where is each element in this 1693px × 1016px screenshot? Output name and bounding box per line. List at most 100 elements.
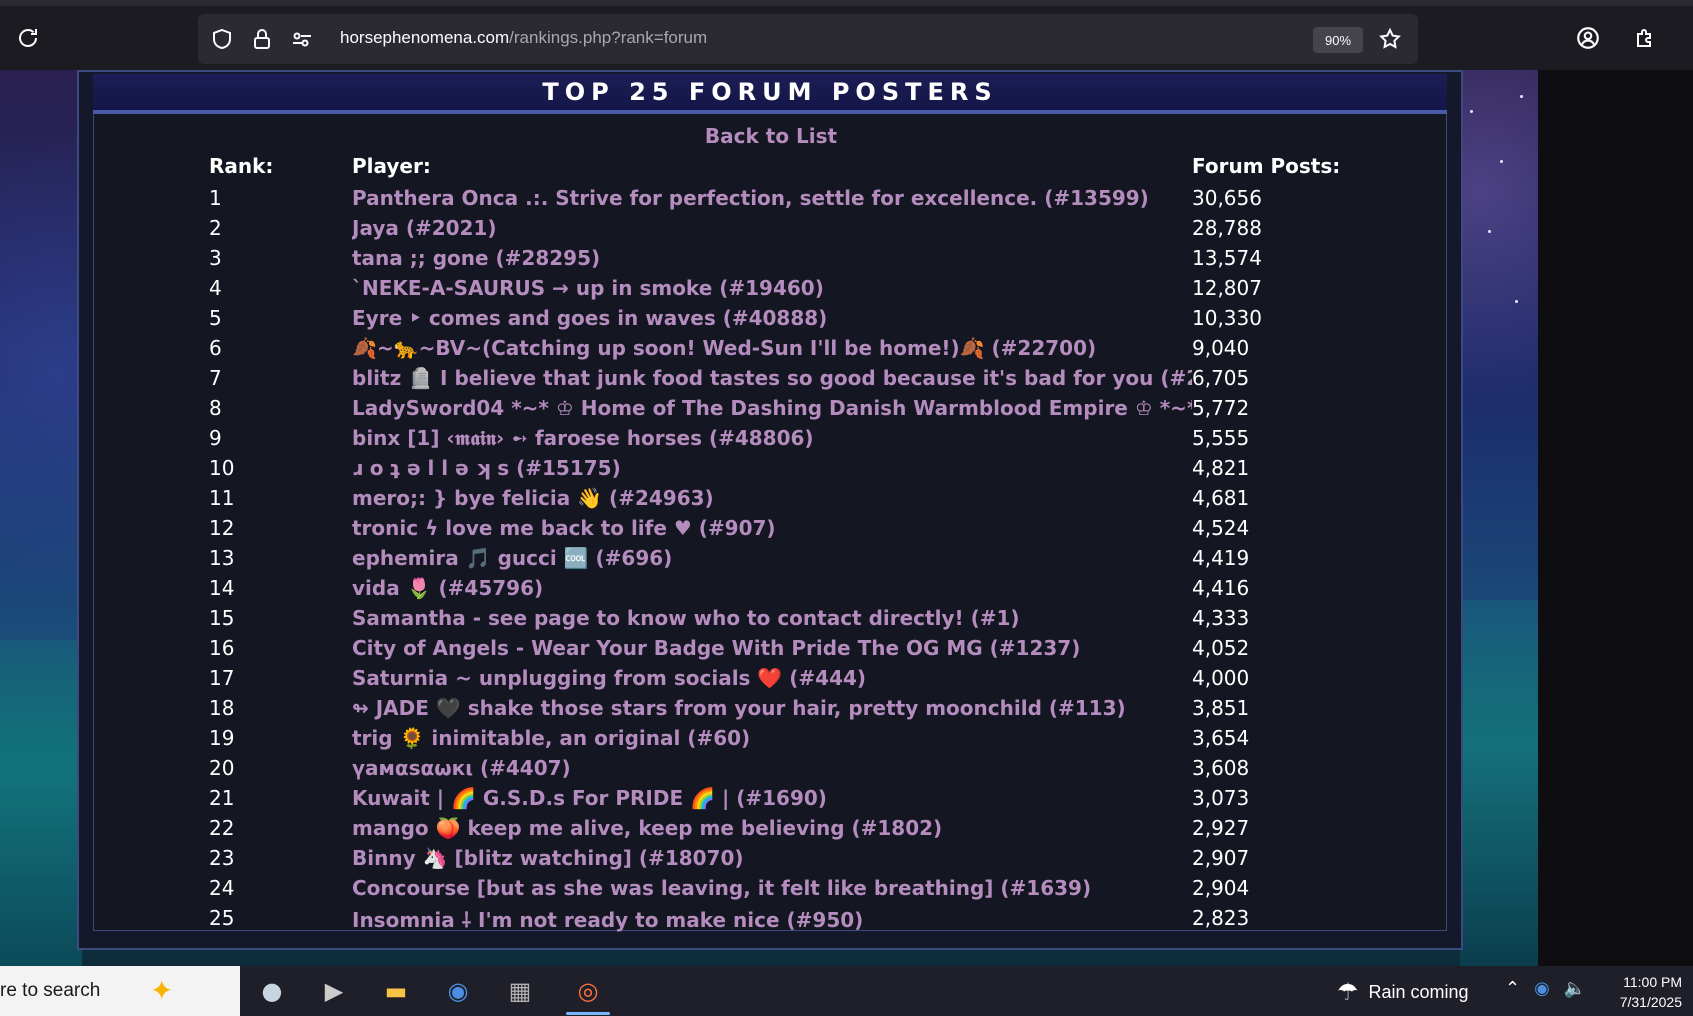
- player-link[interactable]: Kuwait | 🌈 G.S.D.s For PRIDE 🌈 | (#1690): [352, 786, 827, 810]
- player-link[interactable]: binx [1] ‹𝖒𝖆𝖎𝖓› ➻ faroese horses (#48806…: [352, 426, 814, 450]
- player-link[interactable]: үамαѕαωкι (#4407): [352, 756, 571, 780]
- file-explorer-icon[interactable]: ▬: [376, 972, 416, 1010]
- player-link[interactable]: tronic ϟ love me back to life ♥ (#907): [352, 516, 776, 540]
- posts-cell: 12,807: [1192, 276, 1262, 300]
- calculator-icon[interactable]: ▦: [500, 972, 540, 1010]
- background-grass-left: [0, 640, 82, 966]
- table-row: 12 tronic ϟ love me back to life ♥ (#907)…: [94, 512, 1448, 542]
- player-link[interactable]: Concourse [but as she was leaving, it fe…: [352, 876, 1091, 900]
- posts-cell: 2,904: [1192, 876, 1250, 900]
- table-row: 9 binx [1] ‹𝖒𝖆𝖎𝖓› ➻ faroese horses (#4880…: [94, 422, 1448, 452]
- posts-cell: 3,851: [1192, 696, 1250, 720]
- clock-time: 11:00 PM: [1623, 974, 1682, 990]
- umbrella-icon: ☂: [1337, 978, 1359, 1006]
- player-link[interactable]: 🍂~🐆~BV~(Catching up soon! Wed-Sun I'll b…: [352, 336, 1096, 360]
- background-grass-right: [1460, 600, 1538, 966]
- player-link[interactable]: vida 🌷 (#45796): [352, 576, 543, 600]
- table-row: 7 blitz 🪦 I believe that junk food tastes…: [94, 362, 1448, 392]
- rank-cell: 20: [209, 756, 235, 780]
- rank-cell: 25: [209, 906, 235, 930]
- active-app-indicator: [566, 1012, 610, 1015]
- table-row: 13 ephemira 🎵 gucci 🆒 (#696) 4,419: [94, 542, 1448, 572]
- player-link[interactable]: `NEKE-A-SAURUS → up in smoke (#19460): [352, 276, 824, 300]
- posts-cell: 4,681: [1192, 486, 1250, 510]
- rank-cell: 13: [209, 546, 235, 570]
- zoom-badge[interactable]: 90%: [1313, 27, 1363, 53]
- posts-cell: 2,927: [1192, 816, 1250, 840]
- player-link[interactable]: tana ;; gone (#28295): [352, 246, 600, 270]
- shield-icon[interactable]: [210, 27, 234, 51]
- rank-cell: 17: [209, 666, 235, 690]
- rank-cell: 7: [209, 366, 222, 390]
- reload-icon[interactable]: [6, 16, 50, 60]
- rank-cell: 19: [209, 726, 235, 750]
- player-link[interactable]: blitz 🪦 I believe that junk food tastes …: [352, 366, 1192, 390]
- posts-cell: 4,000: [1192, 666, 1250, 690]
- player-link[interactable]: City of Angels - Wear Your Badge With Pr…: [352, 636, 1080, 660]
- table-row: 10 ɹ o ʇ ə l l ə ʞ s (#15175) 4,821: [94, 452, 1448, 482]
- account-icon[interactable]: [1566, 16, 1610, 60]
- rank-cell: 21: [209, 786, 235, 810]
- clock[interactable]: 11:00 PM 7/31/2025: [1592, 972, 1682, 1012]
- volume-icon[interactable]: 🔈: [1564, 978, 1586, 999]
- weather-widget[interactable]: ☂ Rain coming: [1337, 974, 1469, 1010]
- rank-cell: 22: [209, 816, 235, 840]
- rank-cell: 12: [209, 516, 235, 540]
- steam-icon[interactable]: ●: [252, 972, 292, 1010]
- search-placeholder: re to search: [0, 980, 101, 1001]
- posts-cell: 4,416: [1192, 576, 1250, 600]
- back-to-list-link[interactable]: Back to List: [94, 124, 1448, 148]
- player-link[interactable]: Saturnia ~ unplugging from socials ❤️ (#…: [352, 666, 866, 690]
- player-column-header: Player:: [352, 154, 431, 178]
- sparkle-icon: ✦: [150, 974, 174, 1007]
- player-link[interactable]: ↬ JADE 🖤 shake those stars from your hai…: [352, 696, 1126, 720]
- player-link[interactable]: mero;: } bye felicia 👋 (#24963): [352, 486, 714, 510]
- player-link[interactable]: ephemira 🎵 gucci 🆒 (#696): [352, 546, 672, 570]
- table-row: 23 Binny 🦄 [blitz watching] (#18070) 2,907: [94, 842, 1448, 872]
- url-text[interactable]: horsephenomena.com/rankings.php?rank=for…: [340, 28, 707, 48]
- rank-cell: 10: [209, 456, 235, 480]
- player-link[interactable]: trig 🌻 inimitable, an original (#60): [352, 726, 750, 750]
- taskbar-search-box[interactable]: re to search ✦: [0, 966, 240, 1016]
- rank-cell: 14: [209, 576, 235, 600]
- player-link[interactable]: Panthera Onca .:. Strive for perfection,…: [352, 186, 1149, 210]
- permissions-icon[interactable]: [290, 27, 314, 51]
- page-right-margin: [1538, 70, 1693, 966]
- google-icon[interactable]: ◉: [438, 972, 478, 1010]
- rankings-panel: Back to List Rank: Player: Forum Posts: …: [93, 114, 1448, 932]
- url-bar[interactable]: horsephenomena.com/rankings.php?rank=for…: [198, 14, 1418, 64]
- player-link[interactable]: Binny 🦄 [blitz watching] (#18070): [352, 846, 744, 870]
- system-tray: ⌃ ◉ 🔈: [1505, 978, 1586, 999]
- firefox-icon[interactable]: ◎: [568, 972, 608, 1010]
- posts-cell: 4,052: [1192, 636, 1250, 660]
- posts-cell: 30,656: [1192, 186, 1262, 210]
- rankings-table: 1 Panthera Onca .:. Strive for perfection…: [94, 182, 1448, 932]
- bookmark-star-icon[interactable]: [1378, 27, 1402, 51]
- rank-cell: 5: [209, 306, 222, 330]
- rank-cell: 4: [209, 276, 222, 300]
- url-domain: horsephenomena.com: [340, 28, 510, 47]
- lock-icon[interactable]: [250, 27, 274, 51]
- posts-cell: 13,574: [1192, 246, 1262, 270]
- posts-cell: 9,040: [1192, 336, 1250, 360]
- posts-column-header: Forum Posts:: [1192, 154, 1341, 178]
- table-row: 5 Eyre ‣ comes and goes in waves (#40888)…: [94, 302, 1448, 332]
- player-link[interactable]: Insomnia ⸸ I'm not ready to make nice (#…: [352, 906, 863, 933]
- posts-cell: 4,524: [1192, 516, 1250, 540]
- player-link[interactable]: Eyre ‣ comes and goes in waves (#40888): [352, 306, 827, 330]
- clock-date: 7/31/2025: [1619, 994, 1682, 1010]
- media-icon[interactable]: ▶: [314, 972, 354, 1010]
- rank-column-header: Rank:: [209, 154, 274, 178]
- posts-cell: 10,330: [1192, 306, 1262, 330]
- google-tray-icon[interactable]: ◉: [1534, 978, 1550, 999]
- chevron-up-icon[interactable]: ⌃: [1505, 978, 1520, 999]
- player-link[interactable]: Jaya (#2021): [352, 216, 497, 240]
- player-link[interactable]: mango 🍑 keep me alive, keep me believing…: [352, 816, 942, 840]
- table-row: 8 LadySword04 *~* ♔ Home of The Dashing D…: [94, 392, 1448, 422]
- extensions-icon[interactable]: [1623, 16, 1667, 60]
- rank-cell: 3: [209, 246, 222, 270]
- browser-toolbar: horsephenomena.com/rankings.php?rank=for…: [0, 0, 1693, 70]
- player-link[interactable]: ɹ o ʇ ə l l ə ʞ s (#15175): [352, 456, 621, 480]
- player-link[interactable]: LadySword04 *~* ♔ Home of The Dashing Da…: [352, 396, 1192, 420]
- player-link[interactable]: Samantha - see page to know who to conta…: [352, 606, 1020, 630]
